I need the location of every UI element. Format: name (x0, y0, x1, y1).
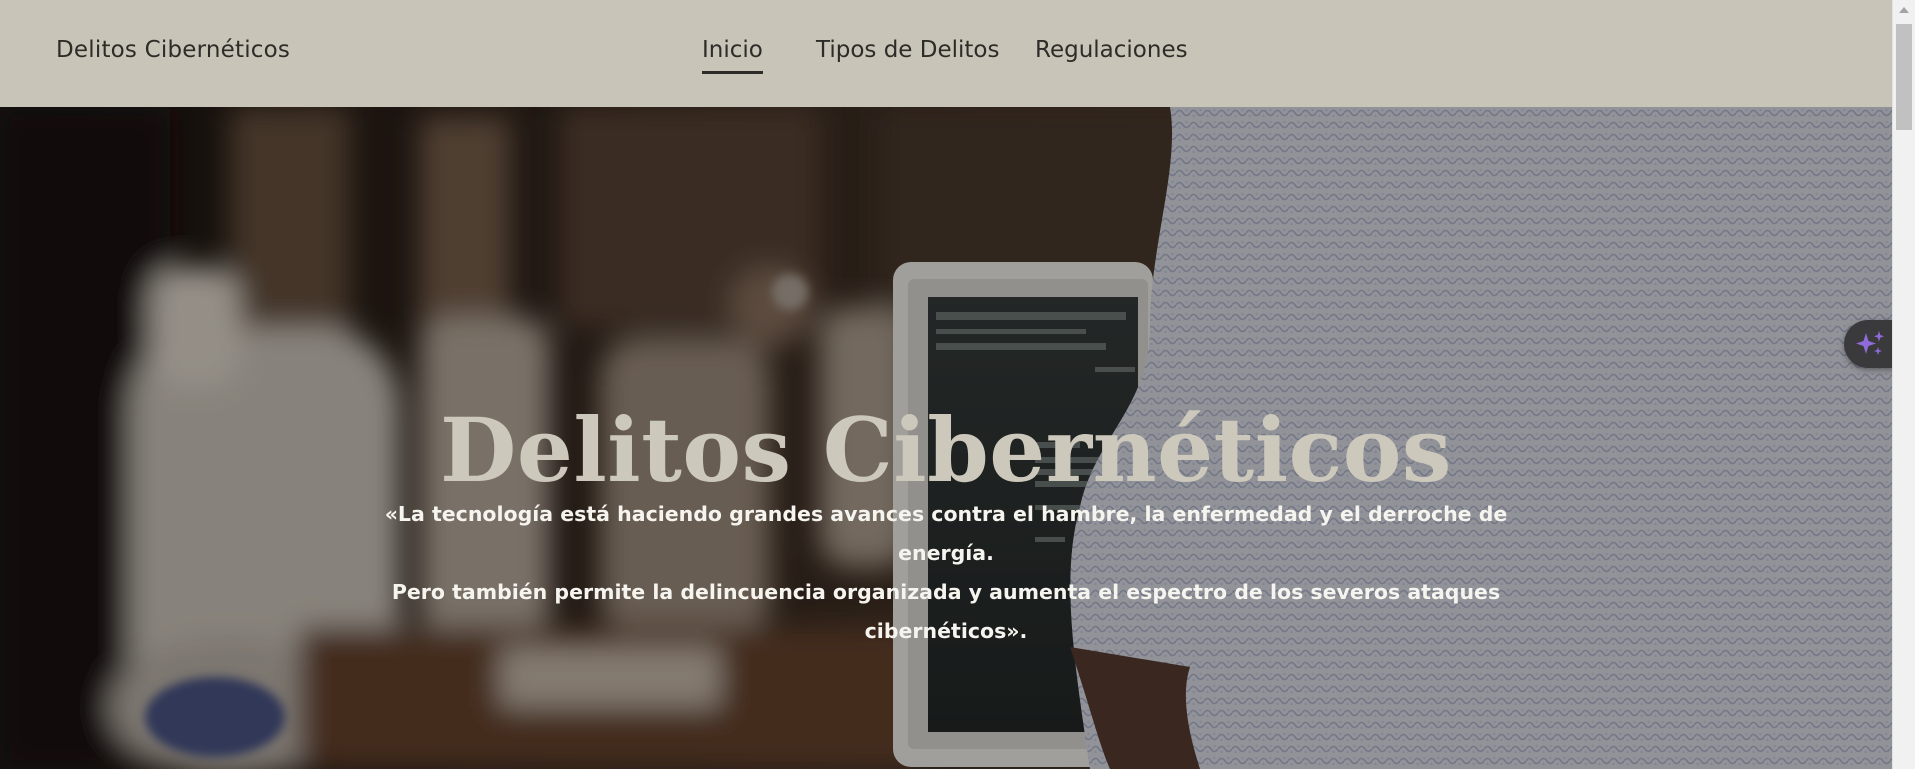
nav-item-regulaciones[interactable]: Regulaciones (1035, 37, 1188, 63)
hero-quote: «La tecnología está haciendo grandes ava… (380, 495, 1512, 651)
hero-section: Delitos Cibernéticos «La tecnología está… (0, 107, 1892, 769)
hero-quote-line: «La tecnología está haciendo grandes ava… (384, 502, 1508, 565)
sparkles-icon (1856, 331, 1884, 355)
nav-item-inicio[interactable]: Inicio (702, 37, 763, 74)
assistant-button[interactable] (1844, 320, 1896, 368)
scroll-thumb[interactable] (1896, 24, 1912, 130)
main-nav: Inicio Tipos de Delitos Regulaciones (0, 37, 1892, 77)
vertical-scrollbar[interactable] (1892, 0, 1915, 769)
hero-quote-line: cibernéticos». (864, 619, 1028, 643)
hero-title: Delitos Cibernéticos (440, 397, 1452, 502)
site-header: Delitos Cibernéticos Inicio Tipos de Del… (0, 0, 1892, 107)
hero-quote-line: Pero también permite la delincuencia org… (391, 580, 1501, 604)
scroll-up-arrow-icon[interactable] (1899, 7, 1909, 13)
nav-item-tipos-de-delitos[interactable]: Tipos de Delitos (816, 37, 999, 63)
